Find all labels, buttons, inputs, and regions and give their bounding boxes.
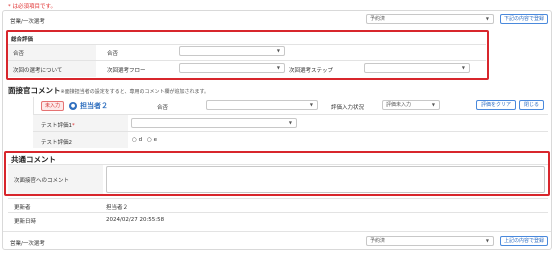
top-status-value: 予約済	[370, 16, 386, 22]
interviewer-comment-note: ※面接担当者の設定をすると、専用のコメント欄が追加されます。	[60, 89, 210, 95]
bottom-status-value: 予約済	[370, 238, 386, 244]
top-stage-label: 営業/一次選考	[10, 19, 45, 25]
clear-evaluation-button[interactable]: 評価をクリア	[476, 100, 516, 110]
updated-by-label: 更新者	[14, 205, 31, 211]
updated-by-value: 担当者２	[106, 205, 129, 211]
register-below-button[interactable]: 下記の内容で登録	[500, 14, 548, 24]
input-status-select[interactable]: 評価未入力 ▼	[382, 100, 440, 110]
interviewer-comment-title-text: 面接官コメント	[8, 86, 61, 95]
test-eval-2-label: テスト評価2	[41, 140, 72, 146]
chevron-down-icon: ▼	[431, 102, 435, 107]
test-eval-1-label: テスト評価1*	[41, 121, 75, 129]
test-eval-1-select[interactable]: ▼	[131, 118, 297, 128]
divider	[8, 198, 548, 199]
bottom-stage-label: 営業/一次選考	[10, 241, 45, 247]
register-above-button[interactable]: 上記の内容で登録	[500, 236, 548, 246]
required-mark: *	[72, 123, 75, 129]
required-note: * は必須項目です。	[8, 4, 56, 10]
interviewer-comment-title: 面接官コメント※面接担当者の設定をすると、専用のコメント欄が追加されます。	[8, 85, 209, 96]
divider	[33, 131, 548, 132]
radio-d-label: d	[138, 137, 143, 143]
bottom-status-select[interactable]: 予約済 ▼	[366, 236, 494, 246]
radio-e[interactable]: ○ e	[147, 137, 157, 143]
not-entered-badge: 未入力	[41, 101, 65, 111]
person-icon: ●	[69, 102, 77, 110]
input-status-value: 評価未入力	[386, 102, 412, 108]
overall-highlight	[6, 30, 489, 80]
interviewer-pass-select[interactable]: ▼	[206, 100, 318, 110]
chevron-down-icon: ▼	[485, 238, 489, 243]
tree-line	[33, 97, 34, 114]
test-eval-1-label-text: テスト評価1	[41, 123, 72, 129]
divider	[8, 212, 548, 213]
input-status-label: 評価入力状況	[331, 105, 365, 111]
radio-e-label: e	[153, 137, 157, 143]
close-button[interactable]: 閉じる	[519, 100, 544, 110]
divider	[3, 231, 551, 232]
interviewer-pass-label: 合否	[157, 105, 169, 111]
chevron-down-icon: ▼	[485, 16, 489, 21]
updated-at-value: 2024/02/27 20:55:58	[106, 217, 165, 223]
chevron-down-icon: ▼	[288, 120, 292, 125]
common-highlight	[4, 151, 550, 196]
top-status-select[interactable]: 予約済 ▼	[366, 14, 494, 24]
updated-at-label: 更新日時	[14, 219, 37, 225]
radio-d[interactable]: ○ d	[132, 137, 142, 143]
chevron-down-icon: ▼	[309, 102, 313, 107]
assignee-name[interactable]: 担当者２	[80, 101, 108, 111]
